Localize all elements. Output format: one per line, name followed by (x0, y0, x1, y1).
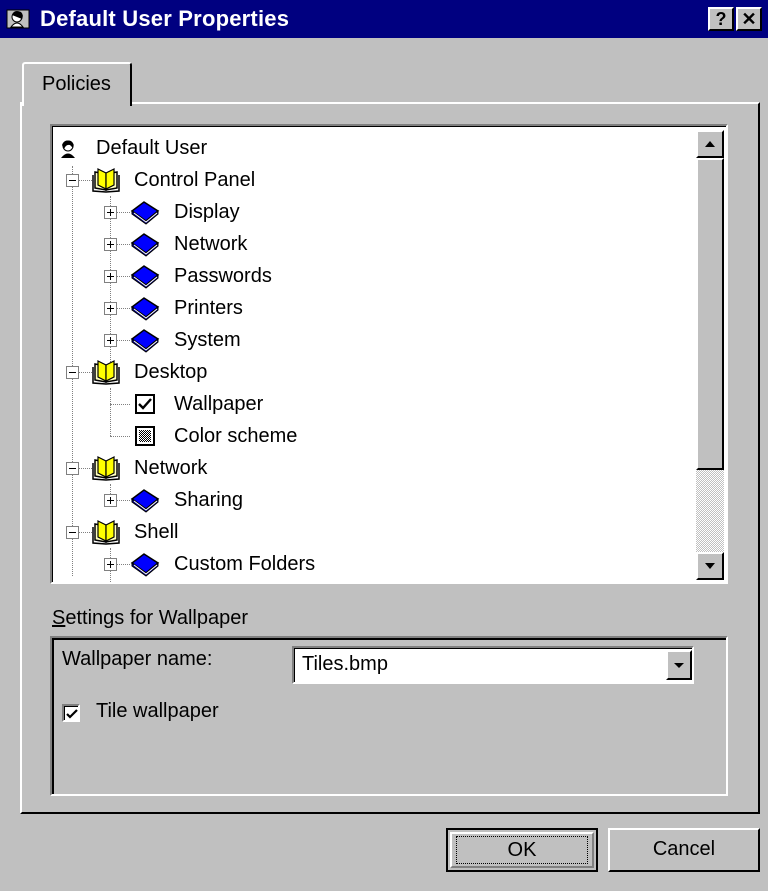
tree-connector (110, 404, 130, 405)
arrow-down-icon (705, 563, 715, 569)
policy-book-icon (130, 329, 160, 353)
collapse-minus-icon[interactable] (66, 366, 79, 379)
policy-book-icon (130, 297, 160, 321)
title-bar[interactable]: Default User Properties ? ✕ (0, 0, 768, 38)
collapse-minus-icon[interactable] (66, 526, 79, 539)
close-button[interactable]: ✕ (736, 7, 762, 31)
ok-button[interactable]: OK (446, 828, 598, 872)
tree-item-label: Desktop (134, 361, 208, 383)
expand-plus-icon[interactable] (104, 238, 117, 251)
scroll-up-button[interactable] (696, 130, 724, 158)
tab-policies[interactable]: Policies (22, 62, 132, 106)
tree-item-passwords[interactable]: Passwords (52, 260, 692, 292)
tree-item-label: Wallpaper (174, 393, 264, 415)
tree-item-label: Passwords (174, 265, 272, 287)
expand-plus-icon[interactable] (104, 270, 117, 283)
help-button[interactable]: ? (708, 7, 734, 31)
tree-item-network[interactable]: Network (52, 452, 692, 484)
tree-item-control-panel[interactable]: Control Panel (52, 164, 692, 196)
tile-wallpaper-checkbox[interactable] (62, 704, 80, 722)
wallpaper-name-label: Wallpaper name: (62, 648, 213, 670)
tree-item-printers[interactable]: Printers (52, 292, 692, 324)
collapse-minus-icon[interactable] (66, 174, 79, 187)
tree-item-wallpaper[interactable]: Wallpaper (52, 388, 692, 420)
arrow-up-icon (705, 141, 715, 147)
expand-plus-icon[interactable] (104, 494, 117, 507)
tree-item-label: Sharing (174, 489, 243, 511)
scroll-down-button[interactable] (696, 552, 724, 580)
tree-item-root[interactable]: Default User (52, 132, 692, 164)
tree-item-label: Display (174, 201, 240, 223)
open-book-icon (92, 456, 120, 481)
tree-item-custom-folders[interactable]: Custom Folders (52, 548, 692, 580)
checked-policy-icon (135, 394, 155, 414)
settings-label-mnemonic: S (52, 607, 66, 629)
tab-label: Policies (42, 73, 111, 95)
tree-item-system[interactable]: System (52, 324, 692, 356)
user-profile-icon (6, 9, 30, 29)
policy-book-icon (130, 265, 160, 289)
settings-label-rest: ettings for Wallpaper (65, 607, 249, 629)
tree-item-label: Network (174, 233, 248, 255)
wallpaper-name-value: Tiles.bmp (302, 653, 388, 675)
policy-book-icon (130, 553, 160, 577)
tree-item-label: Custom Folders (174, 553, 316, 575)
window-title: Default User Properties (40, 6, 290, 31)
wallpaper-name-select[interactable]: Tiles.bmp (292, 646, 694, 684)
settings-label: Settings for Wallpaper (52, 607, 248, 630)
tree-item-network[interactable]: Network (52, 228, 692, 260)
close-icon: ✕ (741, 9, 757, 29)
policy-book-icon (130, 233, 160, 257)
policy-tree[interactable]: Default User Control Panel Display Network… (50, 124, 728, 584)
tree-item-sharing[interactable]: Sharing (52, 484, 692, 516)
scroll-thumb[interactable] (696, 158, 724, 470)
tree-item-label: Shell (134, 521, 179, 543)
dropdown-button[interactable] (666, 650, 692, 680)
open-book-icon (92, 360, 120, 385)
user-icon (61, 140, 75, 158)
tree-item-desktop[interactable]: Desktop (52, 356, 692, 388)
tree-item-label: Default User (96, 137, 208, 159)
grayed-policy-icon (135, 426, 155, 446)
expand-plus-icon[interactable] (104, 206, 117, 219)
tile-wallpaper-label[interactable]: Tile wallpaper (96, 700, 219, 723)
scroll-track[interactable] (696, 470, 724, 552)
expand-plus-icon[interactable] (104, 302, 117, 315)
policy-book-icon (130, 201, 160, 225)
tree-item-label: Network (134, 457, 208, 479)
collapse-minus-icon[interactable] (66, 462, 79, 475)
checkmark-icon (66, 709, 78, 719)
cancel-button[interactable]: Cancel (608, 828, 760, 872)
tree-item-label: System (174, 329, 241, 351)
tree-item-shell[interactable]: Shell (52, 516, 692, 548)
open-book-icon (92, 520, 120, 545)
expand-plus-icon[interactable] (104, 334, 117, 347)
tree-connector (110, 436, 130, 437)
ok-button-focus: OK (456, 836, 588, 864)
chevron-down-icon (674, 663, 684, 668)
policy-book-icon (130, 489, 160, 513)
tree-item-label: Control Panel (134, 169, 256, 191)
tree-item-color-scheme[interactable]: Color scheme (52, 420, 692, 452)
tree-item-label: Printers (174, 297, 243, 319)
open-book-icon (92, 168, 120, 193)
tree-item-label: Color scheme (174, 425, 298, 447)
tree-item-display[interactable]: Display (52, 196, 692, 228)
expand-plus-icon[interactable] (104, 558, 117, 571)
